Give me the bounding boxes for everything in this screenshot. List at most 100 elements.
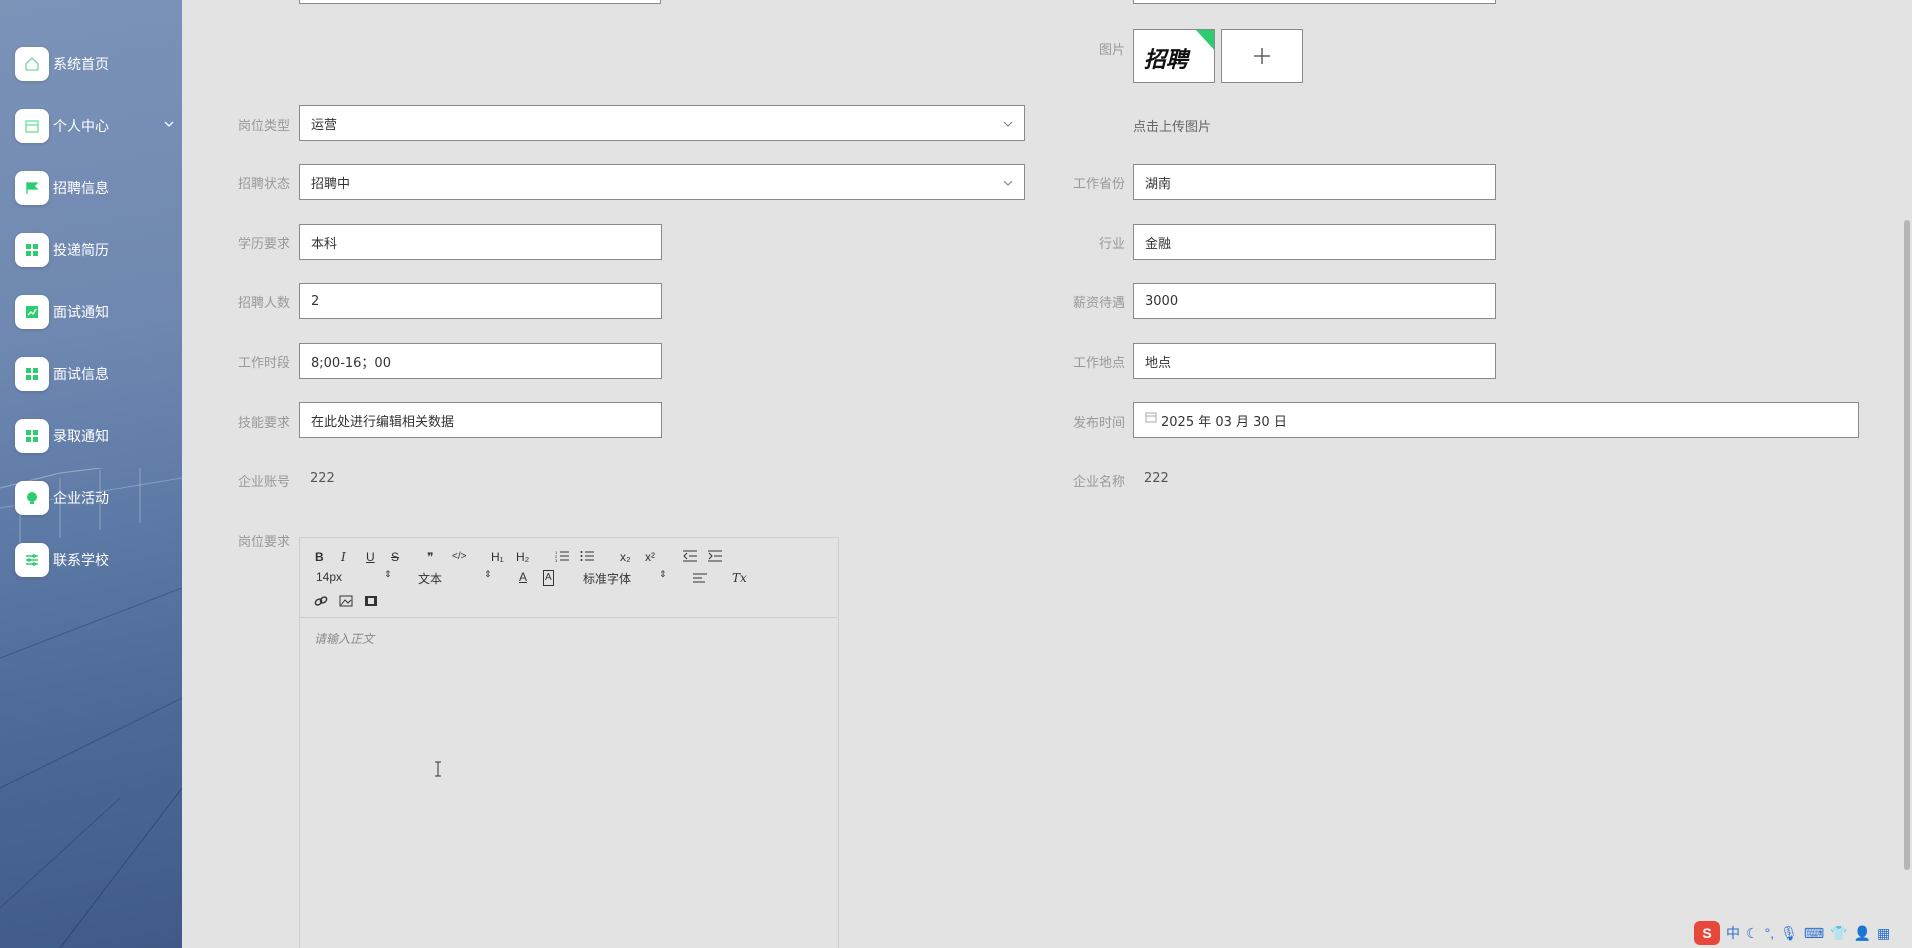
- user-icon[interactable]: 👤: [1854, 925, 1871, 942]
- font-size-value: 14px: [316, 570, 343, 584]
- superscript-button[interactable]: x²: [645, 550, 655, 564]
- skills-value: 在此处进行编辑相关数据: [311, 414, 455, 430]
- status-select[interactable]: 招聘中: [299, 164, 1025, 200]
- building-glass-decoration: [0, 468, 182, 948]
- grid-icon: [15, 357, 49, 391]
- industry-input[interactable]: 金融: [1133, 224, 1496, 260]
- sidebar-item-label: 企业活动: [53, 491, 109, 507]
- skills-label: 技能要求: [237, 416, 290, 431]
- skills-input[interactable]: 在此处进行编辑相关数据: [299, 402, 662, 438]
- industry-label: 行业: [1098, 237, 1125, 252]
- keyboard-icon[interactable]: ⌨: [1804, 925, 1824, 942]
- top-cut-input-right[interactable]: [1133, 0, 1496, 4]
- company-account-value: 222: [310, 471, 335, 486]
- text-color-icon[interactable]: A: [519, 570, 527, 584]
- location-label: 工作地点: [1072, 356, 1125, 371]
- heading2-button[interactable]: H₂: [516, 550, 529, 564]
- video-icon[interactable]: [364, 595, 378, 607]
- location-input[interactable]: 地点: [1133, 343, 1496, 379]
- top-cut-input-left[interactable]: [299, 0, 661, 4]
- sogou-logo-icon[interactable]: S: [1694, 921, 1720, 945]
- hours-input[interactable]: 8;00-16；00: [299, 343, 662, 379]
- sidebar-item-label: 录取通知: [53, 429, 109, 445]
- heading1-button[interactable]: H₁: [491, 550, 504, 564]
- blockquote-button[interactable]: ❞: [427, 550, 433, 564]
- status-value: 招聘中: [311, 176, 351, 192]
- flag-icon: [15, 171, 49, 205]
- punctuation-icon[interactable]: °,: [1765, 925, 1775, 941]
- svg-text:3: 3: [555, 558, 558, 562]
- code-block-button[interactable]: </>: [452, 550, 466, 564]
- sidebar-item-interview-info[interactable]: 面试信息: [15, 357, 175, 391]
- education-input[interactable]: 本科: [299, 224, 662, 260]
- sidebar-item-interview-notice[interactable]: 面试通知: [15, 295, 175, 329]
- job-type-label: 岗位类型: [237, 119, 290, 134]
- italic-button[interactable]: I: [341, 550, 346, 564]
- sidebar-item-offer[interactable]: 录取通知: [15, 419, 175, 453]
- headcount-value: 2: [311, 293, 320, 309]
- text-format-select[interactable]: 文本 ⇕: [418, 569, 492, 587]
- align-icon[interactable]: [693, 572, 707, 584]
- sidebar-item-recruitment[interactable]: 招聘信息: [15, 171, 175, 205]
- education-value: 本科: [311, 236, 338, 252]
- outdent-icon[interactable]: [683, 550, 697, 562]
- clear-format-button[interactable]: Tx: [732, 571, 747, 585]
- home-icon: [15, 47, 49, 81]
- sidebar-item-label: 投递简历: [53, 243, 109, 259]
- font-family-select[interactable]: 标准字体 ⇕: [583, 569, 667, 587]
- select-arrows-icon: ⇕: [484, 569, 492, 579]
- chevron-down-icon: [1003, 121, 1013, 127]
- bulb-icon: [15, 481, 49, 515]
- company-name-value: 222: [1144, 471, 1169, 486]
- sidebar-item-label: 面试信息: [53, 367, 109, 383]
- sidebar-item-resume[interactable]: 投递简历: [15, 233, 175, 267]
- background-color-icon[interactable]: A: [543, 570, 554, 586]
- select-arrows-icon: ⇕: [659, 569, 667, 579]
- moon-icon[interactable]: ☾: [1746, 925, 1759, 942]
- salary-label: 薪资待遇: [1072, 296, 1125, 311]
- rich-text-editor: B I U S ❞ </> H₁ H₂ 123 x₂ x² 14px ⇕ 文本 …: [299, 537, 839, 948]
- microphone-icon[interactable]: 🎙: [1780, 925, 1798, 942]
- sidebar-item-home[interactable]: 系统首页: [15, 47, 175, 81]
- grid-icon: [15, 419, 49, 453]
- subscript-button[interactable]: x₂: [620, 550, 631, 564]
- publish-date-picker[interactable]: 2025 年 03 月 30 日: [1133, 402, 1859, 438]
- hours-value: 8;00-16；00: [311, 355, 391, 371]
- add-image-button[interactable]: [1221, 29, 1303, 83]
- education-label: 学历要求: [237, 237, 290, 252]
- indent-icon[interactable]: [708, 550, 722, 562]
- shirt-icon[interactable]: 👕: [1830, 925, 1847, 942]
- ime-language-toggle[interactable]: 中: [1726, 923, 1740, 943]
- strikethrough-button[interactable]: S: [391, 550, 399, 564]
- status-label: 招聘状态: [237, 177, 290, 192]
- uploaded-image-thumbnail[interactable]: 招聘: [1133, 29, 1215, 83]
- industry-value: 金融: [1145, 236, 1172, 252]
- salary-input[interactable]: 3000: [1133, 283, 1496, 319]
- font-family-value: 标准字体: [583, 572, 632, 586]
- sliders-icon: [15, 543, 49, 577]
- page-scrollbar[interactable]: [1904, 220, 1910, 870]
- job-type-select[interactable]: 运营: [299, 105, 1025, 141]
- headcount-label: 招聘人数: [237, 296, 290, 311]
- bullet-list-icon[interactable]: [580, 550, 594, 562]
- link-icon[interactable]: [314, 595, 328, 607]
- underline-button[interactable]: U: [366, 550, 375, 564]
- sidebar-item-label: 招聘信息: [53, 181, 109, 197]
- headcount-input[interactable]: 2: [299, 283, 662, 319]
- ordered-list-icon[interactable]: 123: [555, 550, 569, 562]
- grid-icon: [15, 233, 49, 267]
- bold-button[interactable]: B: [315, 550, 324, 564]
- image-label: 图片: [1098, 43, 1125, 58]
- apps-icon[interactable]: ▦: [1877, 925, 1890, 942]
- font-size-select[interactable]: 14px ⇕: [316, 569, 392, 584]
- publish-time-label: 发布时间: [1072, 416, 1125, 431]
- province-input[interactable]: 湖南: [1133, 164, 1496, 200]
- upload-hint: 点击上传图片: [1133, 120, 1212, 135]
- image-icon[interactable]: [339, 595, 353, 607]
- province-label: 工作省份: [1072, 177, 1125, 192]
- sidebar-item-activities[interactable]: 企业活动: [15, 481, 175, 515]
- sidebar-item-contact-school[interactable]: 联系学校: [15, 543, 175, 577]
- requirements-label: 岗位要求: [237, 535, 290, 550]
- sidebar-item-personal[interactable]: 个人中心: [15, 109, 175, 143]
- editor-placeholder[interactable]: 请输入正文: [314, 630, 374, 647]
